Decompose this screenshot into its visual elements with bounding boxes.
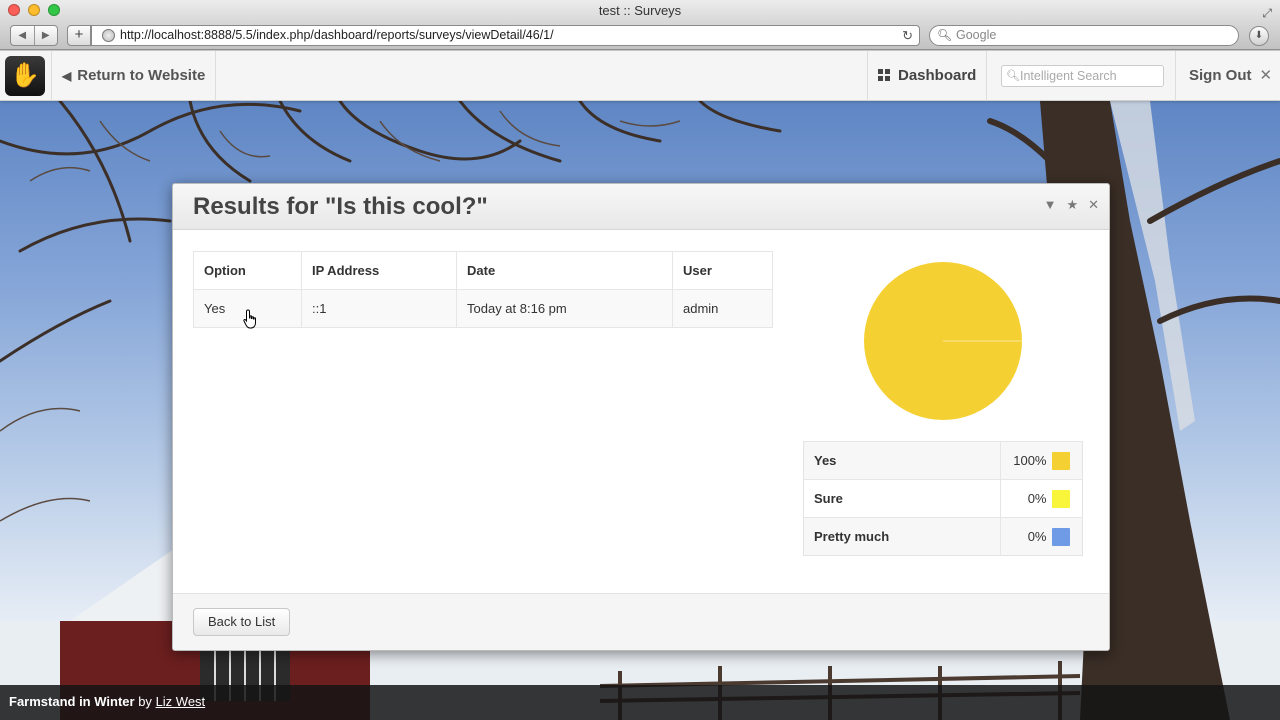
dashboard-link[interactable]: Dashboard [867, 51, 988, 101]
dialog-title: Results for "Is this cool?" [193, 193, 488, 220]
sign-out-label: Sign Out [1189, 67, 1252, 84]
results-pie-chart [864, 262, 1022, 420]
sign-out-link[interactable]: Sign Out ✕ [1175, 51, 1280, 101]
legend-row-yes: Yes 100% [803, 441, 1083, 480]
legend-swatch [1052, 527, 1071, 546]
history-nav: ◀ ▶ [10, 25, 58, 46]
downloads-icon[interactable]: ⬇ [1249, 26, 1269, 46]
back-to-list-button[interactable]: Back to List [193, 608, 291, 636]
legend-percent: 100% [1000, 441, 1053, 480]
hand-cursor-icon [243, 309, 256, 329]
browser-search-field[interactable]: 🔍︎ Google [929, 25, 1239, 46]
search-icon: 🔍︎ [937, 28, 953, 42]
window-controls [8, 4, 60, 16]
return-to-website-label: Return to Website [77, 67, 206, 84]
forward-arrow-icon[interactable]: ▶ [35, 26, 58, 45]
search-icon: 🔍︎ [1006, 70, 1020, 82]
photo-title: Farmstand in Winter [9, 694, 135, 709]
toolbar-divider [51, 51, 52, 101]
legend-percent: 0% [1000, 517, 1053, 556]
legend-swatch [1052, 451, 1071, 470]
fullscreen-icon[interactable]: ⤢ [1262, 2, 1272, 24]
table-header-row: Option IP Address Date User [193, 251, 773, 290]
column-header-date: Date [456, 251, 673, 290]
dialog-controls: ▼ ★ ✕ [1044, 197, 1099, 213]
add-bookmark-button[interactable]: + [67, 25, 91, 46]
return-to-website-link[interactable]: ◀ Return to Website [62, 51, 217, 101]
results-legend: Yes 100% Sure 0% Pretty much 0% [803, 441, 1083, 556]
browser-search-placeholder: Google [956, 28, 997, 42]
cms-toolbar: ✋ ◀ Return to Website Dashboard 🔍︎ Intell… [0, 51, 1280, 101]
browser-toolbar: ◀ ▶ + http://localhost:8888/5.5/index.ph… [0, 22, 1280, 50]
table-row: Yes ::1 Today at 8:16 pm admin [193, 289, 773, 328]
legend-label: Sure [803, 479, 1002, 518]
globe-icon [102, 29, 115, 42]
back-arrow-icon[interactable]: ◀ [11, 26, 35, 45]
legend-row-pretty-much: Pretty much 0% [803, 517, 1083, 556]
column-header-option: Option [193, 251, 302, 290]
responses-table: Option IP Address Date User Yes ::1 Toda… [193, 251, 773, 328]
intelligent-search-placeholder: Intelligent Search [1020, 69, 1117, 83]
intelligent-search-input[interactable]: 🔍︎ Intelligent Search [1001, 65, 1164, 87]
column-header-user: User [672, 251, 773, 290]
favorite-star-icon[interactable]: ★ [1066, 197, 1078, 213]
cell-user: admin [672, 289, 773, 328]
left-arrow-icon: ◀ [62, 69, 72, 83]
concrete5-logo-icon[interactable]: ✋ [5, 56, 45, 96]
legend-swatch-cell [1052, 479, 1083, 518]
close-window-button[interactable] [8, 4, 20, 16]
reload-icon[interactable]: ↻ [902, 26, 913, 45]
legend-swatch-cell [1052, 441, 1083, 480]
legend-percent: 0% [1000, 479, 1053, 518]
credit-by: by [138, 694, 152, 709]
photo-credit-bar: Farmstand in Winter by Liz West [0, 685, 1280, 720]
grid-icon [878, 69, 890, 81]
dashboard-label: Dashboard [898, 67, 977, 84]
collapse-icon[interactable]: ▼ [1044, 197, 1057, 213]
cell-date: Today at 8:16 pm [456, 289, 673, 328]
legend-label: Pretty much [803, 517, 1002, 556]
dialog-footer: Back to List [173, 593, 1109, 650]
zoom-window-button[interactable] [48, 4, 60, 16]
survey-results-dialog: Results for "Is this cool?" ▼ ★ ✕ Option… [172, 183, 1110, 651]
cell-ip-address: ::1 [301, 289, 457, 328]
address-bar[interactable]: http://localhost:8888/5.5/index.php/dash… [91, 25, 920, 46]
close-icon[interactable]: ✕ [1088, 197, 1099, 213]
close-icon: ✕ [1259, 67, 1273, 84]
minimize-window-button[interactable] [28, 4, 40, 16]
photo-author-link[interactable]: Liz West [156, 694, 206, 709]
window-title: test :: Surveys [598, 3, 682, 18]
window-title-bar: test :: Surveys ⤢ [0, 0, 1280, 22]
legend-row-sure: Sure 0% [803, 479, 1083, 518]
column-header-ip-address: IP Address [301, 251, 457, 290]
legend-swatch-cell [1052, 517, 1083, 556]
address-url: http://localhost:8888/5.5/index.php/dash… [120, 28, 554, 42]
legend-swatch [1052, 489, 1071, 508]
legend-label: Yes [803, 441, 1002, 480]
dialog-header: Results for "Is this cool?" ▼ ★ ✕ [173, 184, 1109, 230]
